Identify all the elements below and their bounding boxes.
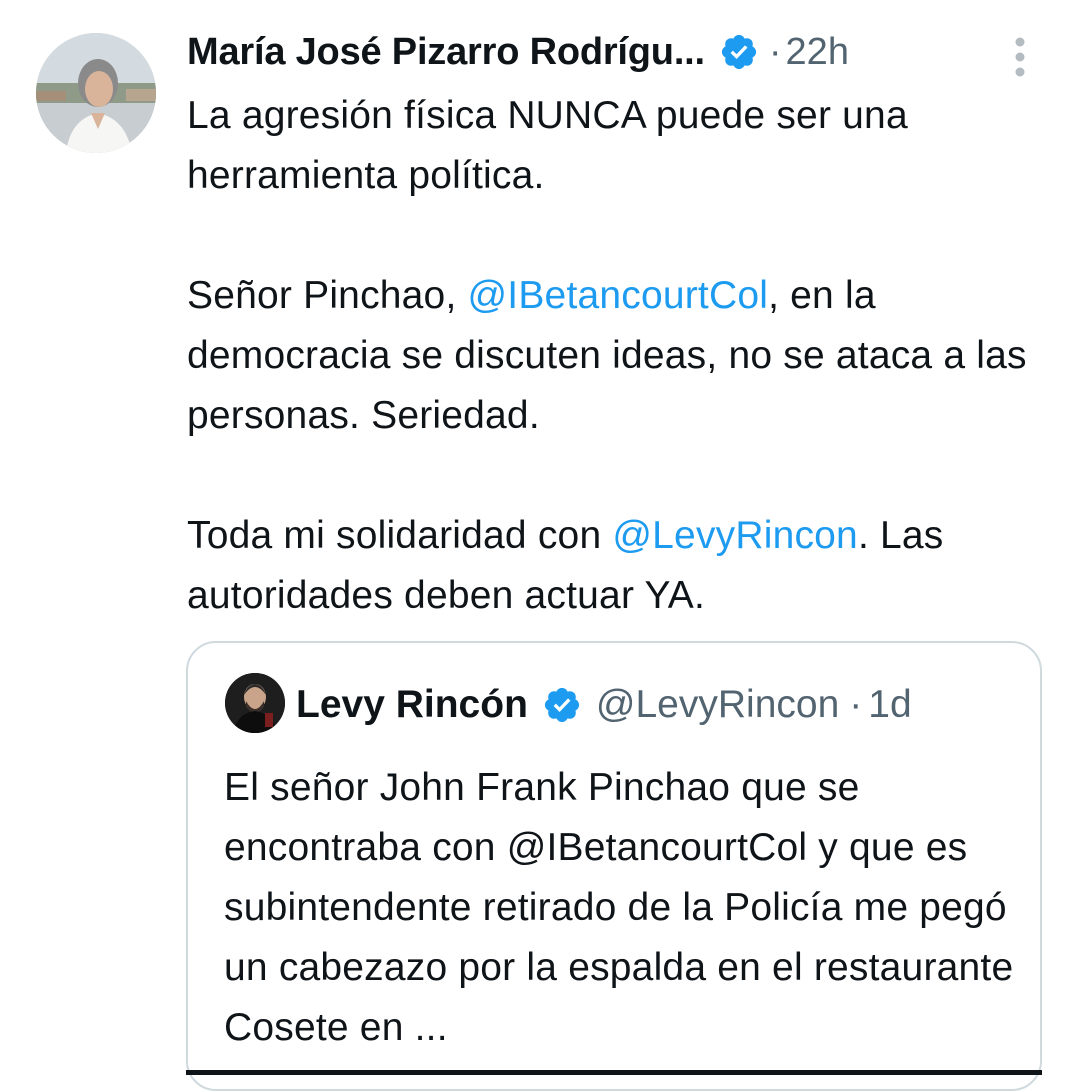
mention-link[interactable]: @LevyRincon <box>612 514 858 557</box>
tweet-paragraph: La agresión física NUNCA puede ser una h… <box>187 86 1057 206</box>
quoted-author-handle[interactable]: @LevyRincon <box>596 683 839 727</box>
tweet[interactable]: María José Pizarro Rodrígu... · 22h La a… <box>0 0 1080 1091</box>
quoted-tweet[interactable]: Levy Rincón @LevyRincon · 1d El señor Jo… <box>186 641 1042 1091</box>
paragraph-text: Señor Pinchao, <box>187 274 468 317</box>
tweet-paragraph: Señor Pinchao, @IBetancourtCol, en la de… <box>187 266 1057 446</box>
paragraph-text: La agresión física NUNCA puede ser una h… <box>187 94 908 197</box>
tweet-text: La agresión física NUNCA puede ser una h… <box>187 86 1057 626</box>
quoted-header-separator: · <box>849 683 863 726</box>
bottom-divider <box>186 1070 1042 1075</box>
paragraph-text: Toda mi solidaridad con <box>187 514 613 557</box>
mention-link[interactable]: @IBetancourtCol <box>468 274 769 317</box>
header-separator: · <box>768 30 782 73</box>
verified-badge-icon <box>542 685 582 725</box>
author-avatar-image <box>36 33 156 153</box>
verified-badge-icon <box>719 32 759 72</box>
quoted-tweet-text: El señor John Frank Pinchao que se encon… <box>224 766 1014 1049</box>
quoted-avatar-image <box>225 673 285 733</box>
tweet-timestamp[interactable]: 22h <box>786 31 849 74</box>
tweet-paragraph: Toda mi solidaridad con @LevyRincon. Las… <box>187 506 1057 626</box>
quoted-tweet-timestamp[interactable]: 1d <box>868 683 911 727</box>
quoted-tweet-header: Levy Rincón @LevyRincon · 1d <box>296 677 912 733</box>
tweet-header: María José Pizarro Rodrígu... · 22h <box>187 24 849 80</box>
quoted-author-avatar[interactable] <box>225 673 285 733</box>
quoted-author-name[interactable]: Levy Rincón <box>296 683 528 727</box>
author-avatar[interactable] <box>36 33 156 153</box>
more-vertical-icon[interactable] <box>1004 34 1036 80</box>
author-name[interactable]: María José Pizarro Rodrígu... <box>187 31 705 74</box>
